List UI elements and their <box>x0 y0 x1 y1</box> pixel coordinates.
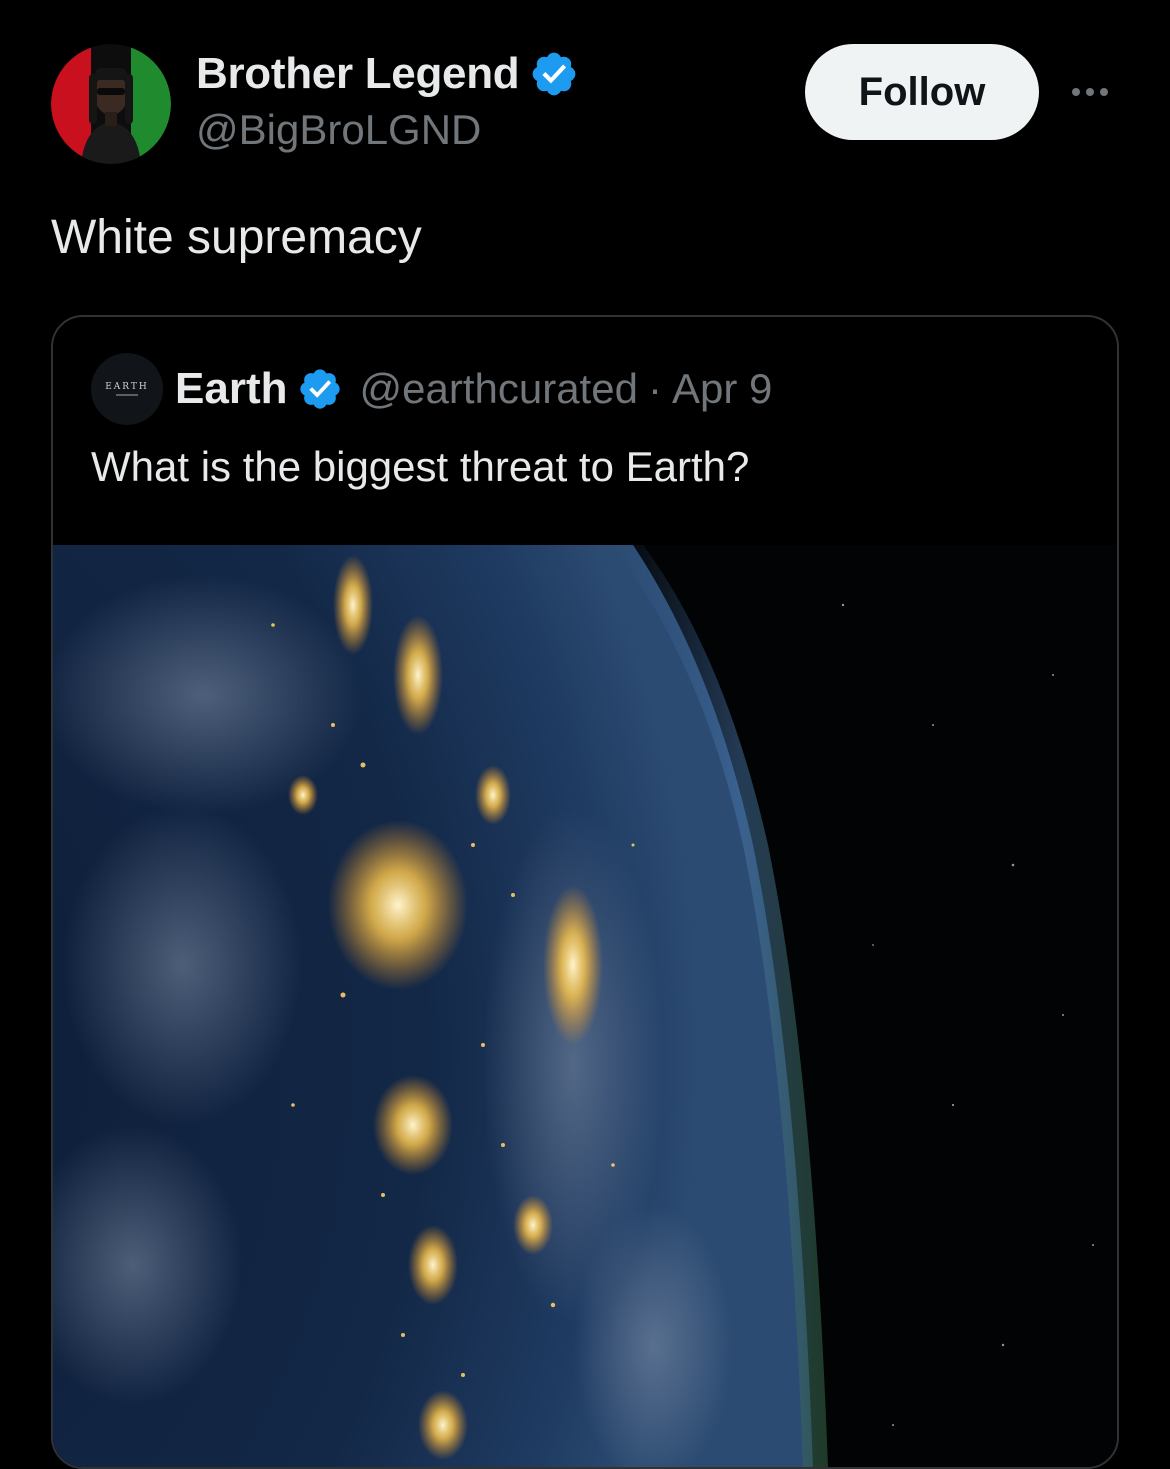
follow-button[interactable]: Follow <box>805 44 1039 140</box>
more-horizontal-icon-dot <box>1100 88 1108 96</box>
more-options-button[interactable] <box>1064 72 1116 112</box>
quote-text: What is the biggest threat to Earth? <box>91 443 750 490</box>
quote-avatar-logo-text: EARTH <box>105 382 149 392</box>
verified-badge-icon[interactable] <box>529 49 579 99</box>
quote-header: Earth @earthcurated · Apr 9 <box>175 361 772 417</box>
quote-date[interactable]: Apr 9 <box>672 365 772 413</box>
verified-badge-icon[interactable] <box>297 366 343 412</box>
avatar-image <box>51 44 171 164</box>
quote-separator: · <box>647 365 662 412</box>
quote-avatar-logo-line <box>116 394 138 396</box>
author-name-row[interactable]: Brother Legend <box>196 44 579 104</box>
quote-author-name[interactable]: Earth <box>175 364 287 414</box>
quote-author-handle[interactable]: @earthcurated <box>359 365 637 413</box>
quoted-tweet-card[interactable]: EARTH Earth @earthcurated · Apr 9 What i… <box>51 315 1119 1469</box>
author-handle[interactable]: @BigBroLGND <box>196 106 481 154</box>
quote-image-earth-at-night[interactable] <box>53 545 1117 1467</box>
more-horizontal-icon <box>1072 88 1080 96</box>
author-avatar[interactable] <box>51 44 171 164</box>
quote-author-avatar[interactable]: EARTH <box>91 353 163 425</box>
author-name[interactable]: Brother Legend <box>196 49 520 99</box>
more-horizontal-icon-dot <box>1086 88 1094 96</box>
tweet-text: White supremacy <box>51 211 422 264</box>
